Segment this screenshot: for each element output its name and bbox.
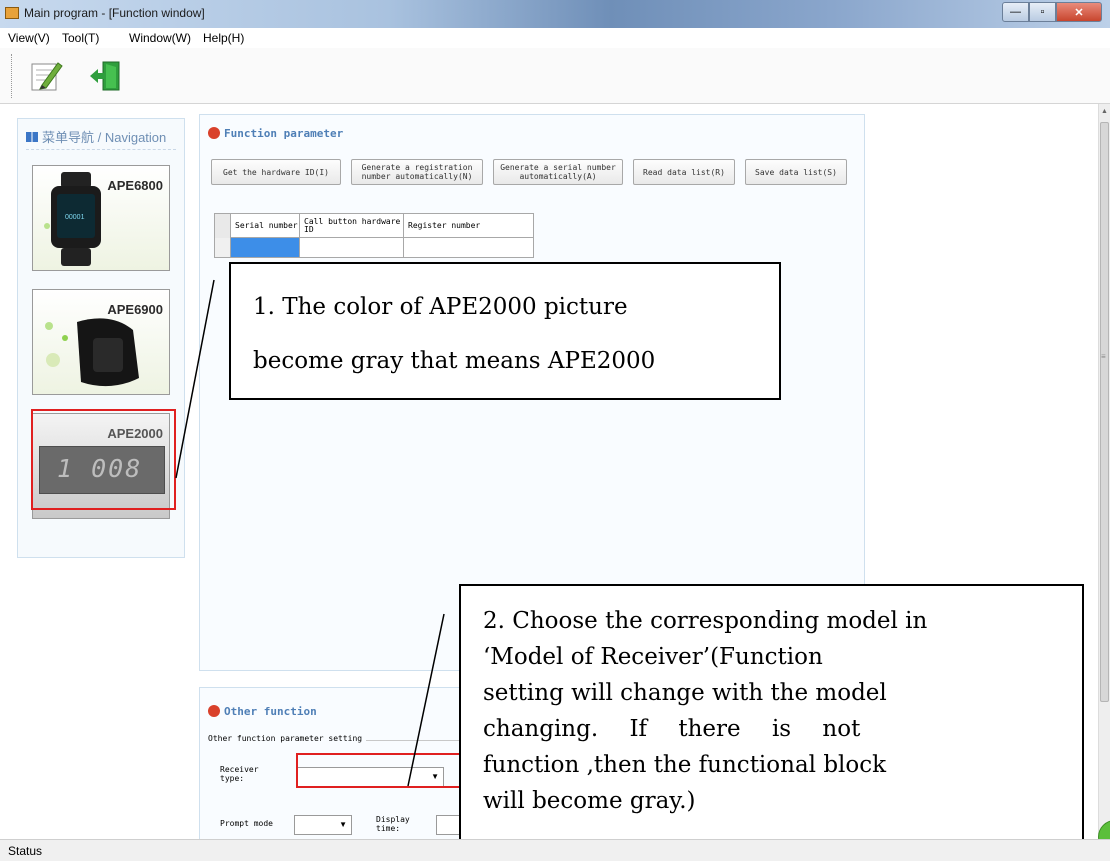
grid-cell[interactable]: [300, 238, 404, 257]
grid-header: Serial number Call button hardware ID Re…: [215, 214, 533, 238]
navigation-divider: [26, 149, 176, 150]
vertical-scrollbar[interactable]: ▲ ≡: [1098, 104, 1110, 839]
nav-item-ape6800[interactable]: APE6800 00001: [32, 165, 170, 271]
other-function-title: Other function: [208, 705, 317, 718]
read-data-list-button[interactable]: Read data list(R): [633, 159, 735, 185]
annotation-text: 2. Choose the corresponding model in: [483, 608, 928, 634]
title-bar: Main program - [Function window] — ▫ ✕: [0, 0, 1110, 28]
table-row[interactable]: [215, 238, 533, 257]
navigation-title: 菜单导航 / Navigation: [26, 127, 166, 146]
close-button[interactable]: ✕: [1056, 2, 1102, 22]
prompt-mode-select[interactable]: ▼: [294, 815, 352, 835]
grid-header-serial-number: Serial number: [231, 214, 300, 238]
toolbar: [0, 48, 1110, 104]
exit-door-icon[interactable]: [88, 58, 124, 94]
nav-item-model: APE6900: [107, 302, 163, 317]
panel-title-icon: [208, 127, 220, 139]
menu-view[interactable]: View(V): [8, 31, 50, 45]
window-controls: — ▫ ✕: [1002, 2, 1102, 22]
status-text: Status: [8, 844, 43, 858]
display-time-label: Display time:: [376, 815, 410, 833]
annotation-text: function ,then the functional block: [483, 752, 887, 778]
annotation-text: become gray that means APE2000: [253, 348, 656, 374]
panel-title-icon: [208, 705, 220, 717]
annotation-text: ‘Model of Receiver’(Function: [483, 644, 1073, 670]
menu-tool[interactable]: Tool(T): [62, 31, 99, 45]
status-bar: Status: [0, 839, 1110, 861]
save-data-list-button[interactable]: Save data list(S): [745, 159, 847, 185]
function-parameter-title: Function parameter: [208, 127, 343, 140]
scroll-grip-icon: ≡: [1101, 352, 1106, 361]
nav-item-model: APE6800: [107, 178, 163, 193]
toolbar-grip: [11, 54, 13, 98]
other-function-title-text: Other function: [224, 705, 317, 718]
grid-cell-selected[interactable]: [231, 238, 300, 257]
workspace: 菜单导航 / Navigation APE6800 00001 APE6900 …: [0, 104, 1098, 839]
receiver-type-label: Receiver type:: [220, 765, 259, 783]
data-grid: Serial number Call button hardware ID Re…: [214, 213, 534, 258]
annotation-text: 1. The color of APE2000 picture: [253, 294, 628, 320]
prompt-mode-label: Prompt mode: [220, 819, 273, 828]
annotation-callout-2: 2. Choose the corresponding model in ‘Mo…: [459, 584, 1084, 839]
grid-header-hardware-id: Call button hardware ID: [300, 214, 404, 238]
grid-corner: [215, 214, 231, 238]
menu-help[interactable]: Help(H): [203, 31, 244, 45]
menu-window[interactable]: Window(W): [129, 31, 191, 45]
annotation-text: changing. If there is not: [483, 716, 861, 742]
row-header[interactable]: [215, 238, 231, 257]
window-title: Main program - [Function window]: [24, 6, 205, 20]
generate-serial-number-button[interactable]: Generate a serial number automatically(A…: [493, 159, 623, 185]
highlight-ape2000: [31, 409, 176, 510]
minimize-button[interactable]: —: [1002, 2, 1029, 22]
watch-screen-text: 00001: [65, 214, 85, 221]
annotation-text: will become gray.): [483, 788, 696, 814]
grid-icon: [26, 132, 38, 142]
menu-bar: View(V) Tool(T) Window(W) Help(H): [0, 28, 1110, 48]
get-hardware-id-button[interactable]: Get the hardware ID(I): [211, 159, 341, 185]
scroll-up-icon[interactable]: ▲: [1101, 108, 1108, 115]
grid-cell[interactable]: [404, 238, 533, 257]
navigation-title-text: 菜单导航 / Navigation: [42, 130, 167, 145]
nav-item-ape6900[interactable]: APE6900: [32, 289, 170, 395]
grid-header-register-number: Register number: [408, 221, 481, 230]
generate-registration-number-button[interactable]: Generate a registration number automatic…: [351, 159, 483, 185]
highlight-receiver-type: [296, 753, 462, 788]
annotation-callout-1: 1. The color of APE2000 picture become g…: [229, 262, 781, 400]
scrollbar-thumb[interactable]: [1100, 122, 1109, 702]
app-icon: [5, 7, 19, 19]
chevron-down-icon: ▼: [339, 820, 347, 829]
annotation-text-line: ‘Model of Receiver’(Function: [483, 644, 823, 670]
notepad-pencil-icon[interactable]: [28, 58, 64, 94]
function-parameter-title-text: Function parameter: [224, 127, 344, 140]
group-label: Other function parameter setting: [208, 734, 367, 743]
maximize-button[interactable]: ▫: [1029, 2, 1056, 22]
annotation-text: setting will change with the model: [483, 680, 887, 706]
